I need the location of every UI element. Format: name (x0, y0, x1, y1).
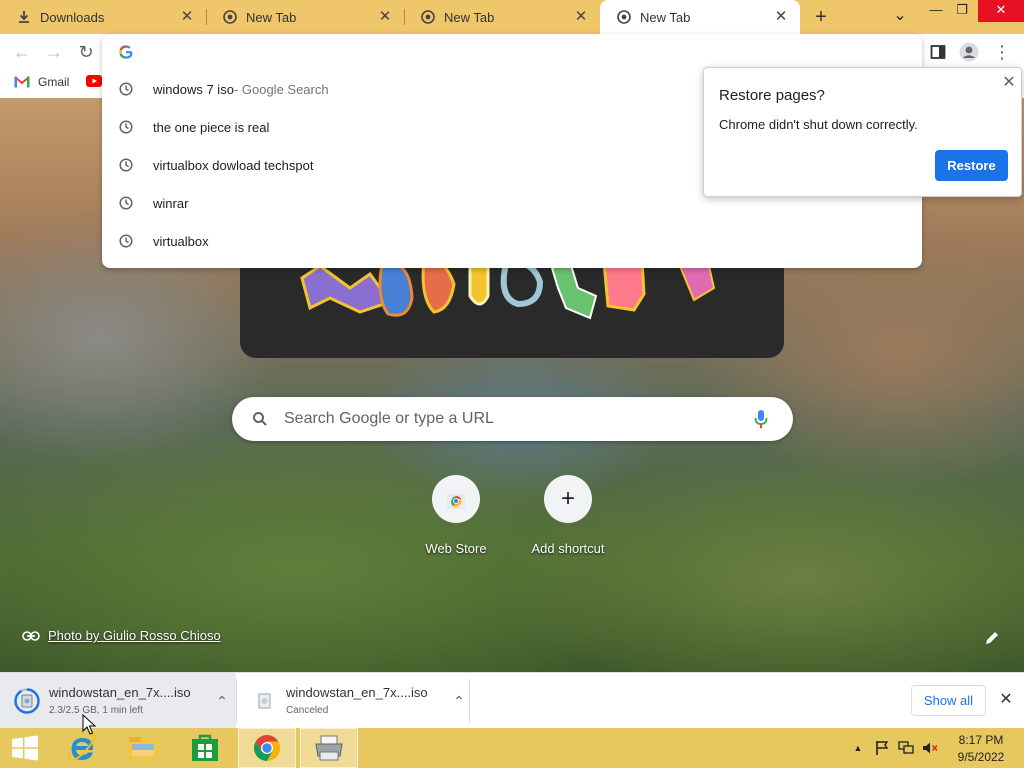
history-clock-icon (118, 81, 134, 97)
download-item-in-progress[interactable]: windowstan_en_7x....iso 2.3/2.5 GB, 1 mi… (0, 673, 236, 728)
disc-image-file-icon (14, 687, 40, 714)
restore-pages-bubble: Restore pages? Chrome didn't shut down c… (703, 67, 1022, 197)
history-clock-icon (118, 195, 134, 211)
chrome-icon (616, 9, 632, 25)
suggestion-text: the one piece is real (153, 119, 270, 135)
bookmark-youtube[interactable] (86, 75, 102, 87)
chrome-icon (420, 9, 436, 25)
tab-new-tab-active[interactable]: New Tab ✕ (600, 0, 800, 34)
chrome-icon (222, 9, 238, 25)
ntp-search-placeholder: Search Google or type a URL (284, 410, 494, 427)
shortcut-label: Add shortcut (531, 541, 605, 556)
tab-label: New Tab (246, 9, 297, 25)
omnibox-input[interactable] (152, 43, 852, 61)
bookmark-label: Gmail (38, 75, 70, 89)
tab-strip: Downloads ✕ New Tab ✕ New Tab ✕ New Tab … (0, 0, 1024, 34)
restore-message: Chrome didn't shut down correctly. (719, 117, 918, 132)
download-text: windowstan_en_7x....iso Canceled (286, 685, 436, 716)
new-tab-button[interactable]: + (810, 6, 832, 28)
chevron-up-icon[interactable]: ⌃ (449, 691, 469, 711)
history-clock-icon (118, 233, 134, 249)
suggestion-text: virtualbox dowload techspot (153, 157, 314, 173)
taskbar-clock-date[interactable]: 9/5/2022 (952, 750, 1010, 764)
shortcut-add[interactable]: + Add shortcut (513, 475, 623, 556)
shortcut-label: Web Store (425, 541, 487, 556)
customize-pencil-icon[interactable] (984, 630, 1000, 646)
close-window-button[interactable]: ✕ (978, 0, 1024, 22)
photo-credit-link[interactable]: Photo by Giulio Rosso Chioso (22, 628, 221, 643)
disc-image-file-icon (251, 688, 277, 714)
gmail-icon (14, 76, 30, 88)
google-g-icon (118, 44, 134, 60)
side-panel-icon[interactable] (927, 41, 949, 63)
download-icon (16, 9, 32, 25)
omnibox[interactable] (102, 34, 922, 70)
volume-muted-icon[interactable] (922, 740, 938, 756)
tab-label: New Tab (640, 9, 691, 25)
shortcut-web-store[interactable]: Web Store (401, 475, 511, 556)
mouse-cursor-icon (82, 713, 97, 736)
bookmark-gmail[interactable]: Gmail (14, 75, 69, 89)
tab-label: Downloads (40, 9, 105, 25)
microphone-icon[interactable] (751, 409, 771, 429)
back-button[interactable]: ← (10, 40, 34, 64)
download-text: windowstan_en_7x....iso 2.3/2.5 GB, 1 mi… (49, 685, 199, 716)
chrome-menu-button[interactable]: ⋮ (991, 41, 1013, 63)
plus-icon: + (544, 475, 592, 523)
tab-close-icon[interactable]: ✕ (772, 8, 790, 26)
restore-title: Restore pages? (719, 87, 825, 104)
restore-button[interactable]: Restore (935, 150, 1008, 181)
history-clock-icon (118, 157, 134, 173)
tab-close-icon[interactable]: ✕ (572, 8, 590, 26)
tab-label: New Tab (444, 9, 495, 25)
suggestion-item[interactable]: virtualbox (102, 222, 922, 260)
divider (469, 679, 470, 723)
download-status: Canceled (286, 705, 329, 716)
photo-credit-text: Photo by Giulio Rosso Chioso (48, 628, 221, 643)
network-icon[interactable] (898, 740, 914, 756)
suggestion-suffix: - Google Search (233, 81, 329, 97)
download-status: 2.3/2.5 GB, 1 min left (49, 705, 143, 716)
youtube-icon (86, 75, 102, 87)
reload-button[interactable]: ↻ (74, 40, 98, 64)
tab-new-tab-1[interactable]: New Tab ✕ (206, 0, 404, 34)
download-item-canceled[interactable]: windowstan_en_7x....iso Canceled ⌃ (237, 673, 469, 728)
forward-button[interactable]: → (42, 40, 66, 64)
chrome-taskbar-icon[interactable] (238, 728, 296, 768)
suggestion-text: winrar (153, 195, 189, 211)
show-all-button[interactable]: Show all (911, 685, 986, 716)
search-icon (250, 411, 270, 427)
download-filename: windowstan_en_7x....iso (49, 685, 191, 700)
windows-start-icon[interactable] (0, 728, 50, 768)
tab-downloads[interactable]: Downloads ✕ (0, 0, 206, 34)
download-shelf: windowstan_en_7x....iso 2.3/2.5 GB, 1 mi… (0, 672, 1024, 728)
history-clock-icon (118, 119, 134, 135)
download-filename: windowstan_en_7x....iso (286, 685, 428, 700)
ntp-search-box[interactable]: Search Google or type a URL (232, 397, 793, 441)
close-icon[interactable]: ✕ (1000, 74, 1018, 92)
link-icon (22, 630, 40, 641)
profile-avatar-icon[interactable] (958, 41, 980, 63)
windows-taskbar: ▲ 8:17 PM 9/5/2022 (0, 728, 1024, 768)
file-explorer-icon[interactable] (115, 728, 171, 768)
web-store-icon (432, 475, 480, 523)
restore-window-button[interactable]: ❐ (946, 0, 978, 22)
tab-close-icon[interactable]: ✕ (178, 8, 196, 26)
chevron-up-icon[interactable]: ⌃ (212, 691, 232, 711)
tab-search-button[interactable]: ⌄ (884, 6, 916, 28)
tab-new-tab-2[interactable]: New Tab ✕ (404, 0, 600, 34)
taskbar-clock-time[interactable]: 8:17 PM (956, 733, 1006, 747)
store-icon[interactable] (177, 728, 233, 768)
flag-icon[interactable] (874, 740, 890, 756)
tab-close-icon[interactable]: ✕ (376, 8, 394, 26)
show-hidden-icons-button[interactable]: ▲ (850, 740, 866, 756)
printer-taskbar-icon[interactable] (300, 728, 358, 768)
suggestion-text: virtualbox (153, 233, 209, 249)
close-shelf-icon[interactable]: ✕ (996, 690, 1016, 710)
suggestion-text: windows 7 iso (153, 81, 234, 97)
